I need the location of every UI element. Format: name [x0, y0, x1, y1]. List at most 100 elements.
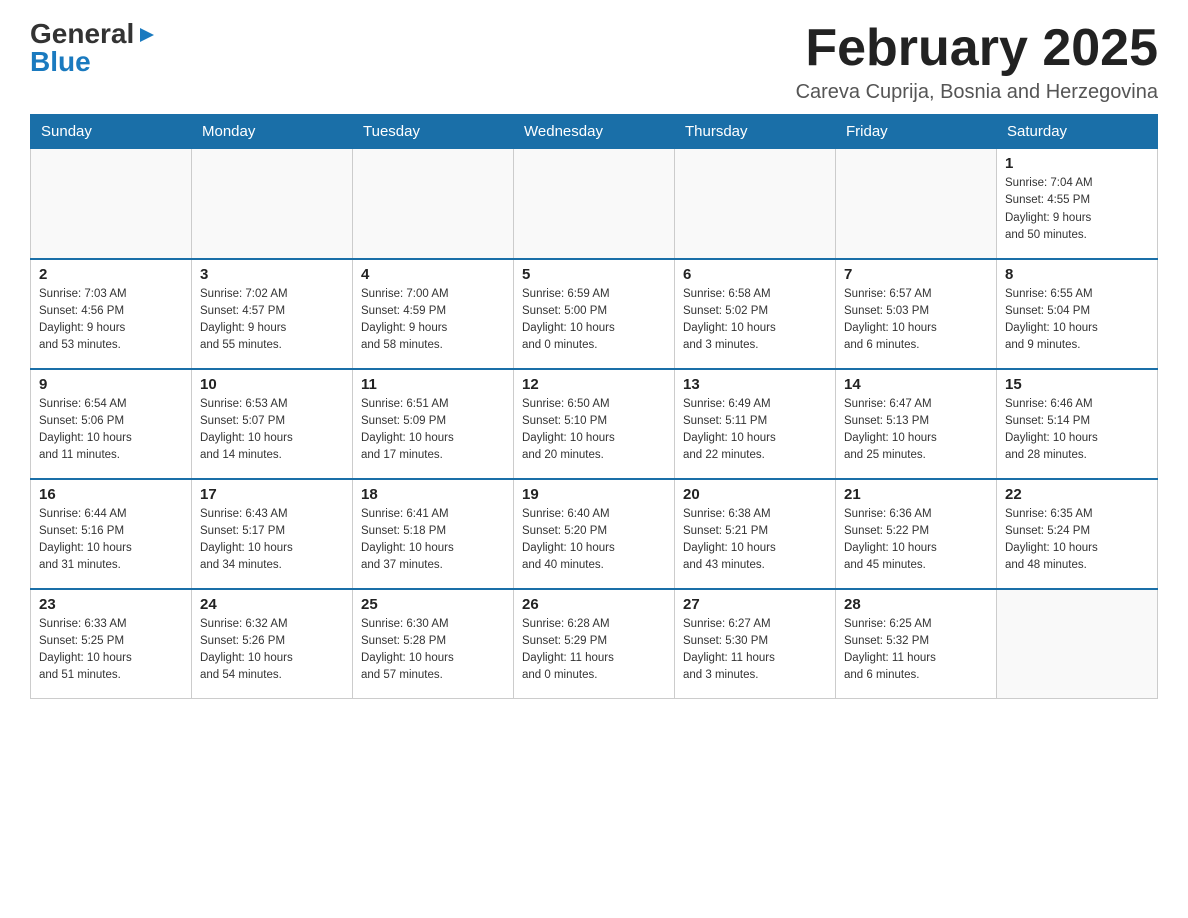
calendar-table: SundayMondayTuesdayWednesdayThursdayFrid… — [30, 114, 1158, 699]
day-number: 16 — [39, 486, 183, 503]
day-number: 24 — [200, 596, 344, 613]
logo-blue: Blue — [30, 48, 91, 76]
day-info: Sunrise: 7:00 AM Sunset: 4:59 PM Dayligh… — [361, 286, 505, 355]
day-number: 1 — [1005, 155, 1149, 172]
calendar-cell: 14 Sunrise: 6:47 AM Sunset: 5:13 PM Dayli… — [836, 369, 997, 479]
day-info: Sunrise: 7:02 AM Sunset: 4:57 PM Dayligh… — [200, 286, 344, 355]
calendar-cell: 20 Sunrise: 6:38 AM Sunset: 5:21 PM Dayli… — [675, 479, 836, 589]
day-number: 11 — [361, 376, 505, 393]
day-header-monday: Monday — [192, 115, 353, 149]
calendar-cell: 8Sunrise: 6:55 AM Sunset: 5:04 PM Daylig… — [997, 259, 1158, 369]
day-info: Sunrise: 6:59 AM Sunset: 5:00 PM Dayligh… — [522, 286, 666, 355]
calendar-week-row: 16 Sunrise: 6:44 AM Sunset: 5:16 PM Dayli… — [31, 479, 1158, 589]
calendar-cell: 6Sunrise: 6:58 AM Sunset: 5:02 PM Daylig… — [675, 259, 836, 369]
calendar-cell — [675, 149, 836, 259]
day-info: Sunrise: 6:36 AM Sunset: 5:22 PM Dayligh… — [844, 506, 988, 575]
calendar-cell: 9 Sunrise: 6:54 AM Sunset: 5:06 PM Daylig… — [31, 369, 192, 479]
day-info: Sunrise: 6:58 AM Sunset: 5:02 PM Dayligh… — [683, 286, 827, 355]
calendar-cell: 3 Sunrise: 7:02 AM Sunset: 4:57 PM Daylig… — [192, 259, 353, 369]
day-info: Sunrise: 6:27 AM Sunset: 5:30 PM Dayligh… — [683, 616, 827, 685]
day-number: 26 — [522, 596, 666, 613]
calendar-cell: 7 Sunrise: 6:57 AM Sunset: 5:03 PM Daylig… — [836, 259, 997, 369]
calendar-cell: 28 Sunrise: 6:25 AM Sunset: 5:32 PM Dayli… — [836, 589, 997, 699]
calendar-cell: 4 Sunrise: 7:00 AM Sunset: 4:59 PM Daylig… — [353, 259, 514, 369]
day-info: Sunrise: 6:32 AM Sunset: 5:26 PM Dayligh… — [200, 616, 344, 685]
day-number: 23 — [39, 596, 183, 613]
day-number: 17 — [200, 486, 344, 503]
calendar-cell: 21 Sunrise: 6:36 AM Sunset: 5:22 PM Dayli… — [836, 479, 997, 589]
day-info: Sunrise: 6:25 AM Sunset: 5:32 PM Dayligh… — [844, 616, 988, 685]
day-number: 10 — [200, 376, 344, 393]
day-info: Sunrise: 7:04 AM Sunset: 4:55 PM Dayligh… — [1005, 175, 1149, 244]
calendar-week-row: 2Sunrise: 7:03 AM Sunset: 4:56 PM Daylig… — [31, 259, 1158, 369]
day-number: 20 — [683, 486, 827, 503]
day-info: Sunrise: 6:43 AM Sunset: 5:17 PM Dayligh… — [200, 506, 344, 575]
day-info: Sunrise: 6:40 AM Sunset: 5:20 PM Dayligh… — [522, 506, 666, 575]
day-number: 12 — [522, 376, 666, 393]
day-number: 9 — [39, 376, 183, 393]
calendar-cell: 19 Sunrise: 6:40 AM Sunset: 5:20 PM Dayli… — [514, 479, 675, 589]
day-number: 22 — [1005, 486, 1149, 503]
day-number: 18 — [361, 486, 505, 503]
day-number: 4 — [361, 266, 505, 283]
day-number: 21 — [844, 486, 988, 503]
calendar-cell: 25Sunrise: 6:30 AM Sunset: 5:28 PM Dayli… — [353, 589, 514, 699]
day-number: 3 — [200, 266, 344, 283]
page-header: General Blue February 2025 Careva Cuprij… — [30, 20, 1158, 104]
calendar-cell — [353, 149, 514, 259]
calendar-cell: 16 Sunrise: 6:44 AM Sunset: 5:16 PM Dayli… — [31, 479, 192, 589]
day-info: Sunrise: 6:28 AM Sunset: 5:29 PM Dayligh… — [522, 616, 666, 685]
calendar-cell: 2Sunrise: 7:03 AM Sunset: 4:56 PM Daylig… — [31, 259, 192, 369]
logo: General Blue — [30, 20, 158, 76]
day-info: Sunrise: 6:49 AM Sunset: 5:11 PM Dayligh… — [683, 396, 827, 465]
calendar-cell — [836, 149, 997, 259]
location: Careva Cuprija, Bosnia and Herzegovina — [796, 81, 1158, 104]
calendar-week-row: 23 Sunrise: 6:33 AM Sunset: 5:25 PM Dayli… — [31, 589, 1158, 699]
day-info: Sunrise: 6:38 AM Sunset: 5:21 PM Dayligh… — [683, 506, 827, 575]
calendar-cell: 11Sunrise: 6:51 AM Sunset: 5:09 PM Dayli… — [353, 369, 514, 479]
day-info: Sunrise: 6:35 AM Sunset: 5:24 PM Dayligh… — [1005, 506, 1149, 575]
day-header-friday: Friday — [836, 115, 997, 149]
day-number: 19 — [522, 486, 666, 503]
day-number: 7 — [844, 266, 988, 283]
day-number: 27 — [683, 596, 827, 613]
day-number: 13 — [683, 376, 827, 393]
calendar-cell: 26 Sunrise: 6:28 AM Sunset: 5:29 PM Dayli… — [514, 589, 675, 699]
day-info: Sunrise: 6:55 AM Sunset: 5:04 PM Dayligh… — [1005, 286, 1149, 355]
day-header-tuesday: Tuesday — [353, 115, 514, 149]
day-info: Sunrise: 6:30 AM Sunset: 5:28 PM Dayligh… — [361, 616, 505, 685]
day-header-thursday: Thursday — [675, 115, 836, 149]
day-number: 14 — [844, 376, 988, 393]
calendar-cell: 5 Sunrise: 6:59 AM Sunset: 5:00 PM Daylig… — [514, 259, 675, 369]
calendar-cell — [997, 589, 1158, 699]
day-info: Sunrise: 6:50 AM Sunset: 5:10 PM Dayligh… — [522, 396, 666, 465]
day-info: Sunrise: 6:54 AM Sunset: 5:06 PM Dayligh… — [39, 396, 183, 465]
calendar-cell: 13 Sunrise: 6:49 AM Sunset: 5:11 PM Dayli… — [675, 369, 836, 479]
day-info: Sunrise: 6:41 AM Sunset: 5:18 PM Dayligh… — [361, 506, 505, 575]
day-info: Sunrise: 7:03 AM Sunset: 4:56 PM Dayligh… — [39, 286, 183, 355]
day-info: Sunrise: 6:33 AM Sunset: 5:25 PM Dayligh… — [39, 616, 183, 685]
day-info: Sunrise: 6:44 AM Sunset: 5:16 PM Dayligh… — [39, 506, 183, 575]
calendar-cell: 23 Sunrise: 6:33 AM Sunset: 5:25 PM Dayli… — [31, 589, 192, 699]
calendar-cell: 1 Sunrise: 7:04 AM Sunset: 4:55 PM Daylig… — [997, 149, 1158, 259]
day-info: Sunrise: 6:47 AM Sunset: 5:13 PM Dayligh… — [844, 396, 988, 465]
day-header-saturday: Saturday — [997, 115, 1158, 149]
logo-arrow-icon — [136, 24, 158, 46]
month-title: February 2025 — [796, 20, 1158, 77]
logo-general: General — [30, 20, 134, 48]
day-number: 15 — [1005, 376, 1149, 393]
day-info: Sunrise: 6:57 AM Sunset: 5:03 PM Dayligh… — [844, 286, 988, 355]
calendar-cell: 12 Sunrise: 6:50 AM Sunset: 5:10 PM Dayli… — [514, 369, 675, 479]
calendar-cell — [514, 149, 675, 259]
calendar-cell — [31, 149, 192, 259]
day-number: 5 — [522, 266, 666, 283]
calendar-cell: 22 Sunrise: 6:35 AM Sunset: 5:24 PM Dayli… — [997, 479, 1158, 589]
calendar-cell: 17 Sunrise: 6:43 AM Sunset: 5:17 PM Dayli… — [192, 479, 353, 589]
day-number: 28 — [844, 596, 988, 613]
calendar-cell — [192, 149, 353, 259]
calendar-week-row: 9 Sunrise: 6:54 AM Sunset: 5:06 PM Daylig… — [31, 369, 1158, 479]
calendar-cell: 15Sunrise: 6:46 AM Sunset: 5:14 PM Dayli… — [997, 369, 1158, 479]
calendar-week-row: 1 Sunrise: 7:04 AM Sunset: 4:55 PM Daylig… — [31, 149, 1158, 259]
calendar-header-row: SundayMondayTuesdayWednesdayThursdayFrid… — [31, 115, 1158, 149]
calendar-cell: 10Sunrise: 6:53 AM Sunset: 5:07 PM Dayli… — [192, 369, 353, 479]
